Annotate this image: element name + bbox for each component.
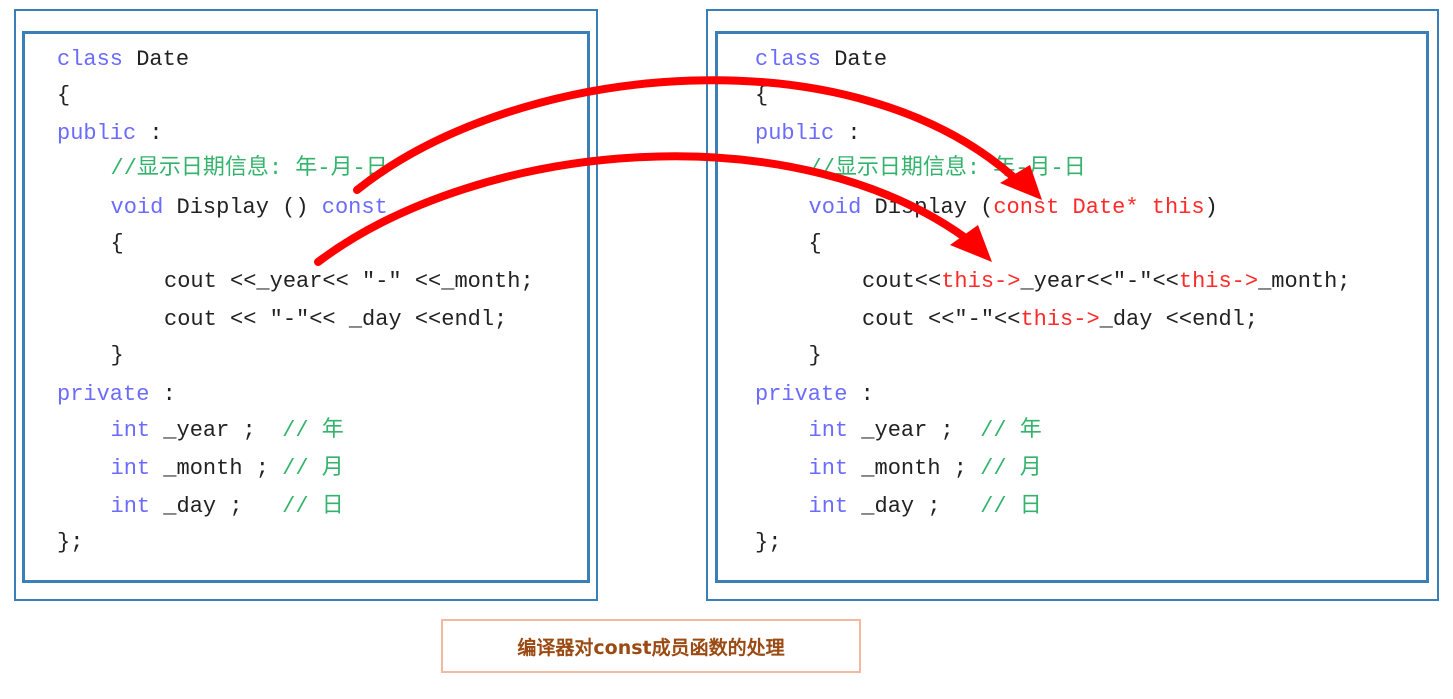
caption: 编译器对const成员函数的处理 <box>441 619 861 673</box>
arrow-member-to-this-access <box>314 152 979 266</box>
arrow-const-to-this-param <box>353 76 1026 194</box>
arrows <box>314 76 1042 266</box>
